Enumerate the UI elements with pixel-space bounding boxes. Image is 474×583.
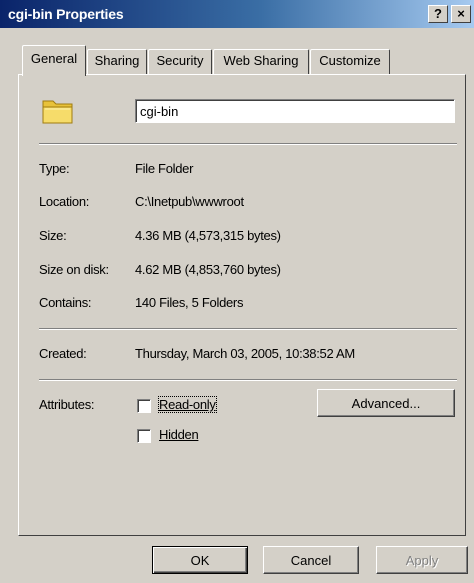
tab-web-sharing[interactable]: Web Sharing	[213, 49, 309, 75]
size-value: 4.36 MB (4,573,315 bytes)	[135, 228, 281, 243]
tab-customize[interactable]: Customize	[310, 49, 390, 75]
hidden-label-text: Hidden	[159, 427, 199, 442]
location-value: C:\Inetpub\wwwroot	[135, 194, 244, 209]
hidden-label[interactable]: Hidden	[159, 427, 199, 442]
advanced-button[interactable]: Advanced...	[317, 389, 455, 417]
help-button[interactable]: ?	[428, 5, 448, 23]
created-value: Thursday, March 03, 2005, 10:38:52 AM	[135, 346, 355, 361]
attributes-label: Attributes:	[39, 397, 95, 412]
hidden-checkbox[interactable]	[137, 429, 151, 443]
tab-sharing[interactable]: Sharing	[87, 49, 147, 75]
tab-security[interactable]: Security	[148, 49, 212, 75]
title-bar[interactable]: cgi-bin Properties ? ×	[0, 0, 474, 28]
type-label: Type:	[39, 161, 70, 176]
separator	[39, 143, 457, 145]
size-label: Size:	[39, 228, 67, 243]
contains-value: 140 Files, 5 Folders	[135, 295, 244, 310]
readonly-checkbox[interactable]	[137, 399, 151, 413]
created-label: Created:	[39, 346, 87, 361]
close-button[interactable]: ×	[451, 5, 471, 23]
size-on-disk-label: Size on disk:	[39, 262, 109, 277]
ok-button[interactable]: OK	[152, 546, 248, 574]
folder-icon	[42, 100, 73, 124]
cancel-button[interactable]: Cancel	[263, 546, 359, 574]
general-panel: Type: File Folder Location: C:\Inetpub\w…	[18, 74, 466, 536]
readonly-label-text: Read-only	[159, 397, 216, 412]
separator	[39, 328, 457, 330]
size-on-disk-value: 4.62 MB (4,853,760 bytes)	[135, 262, 281, 277]
apply-button[interactable]: Apply	[376, 546, 468, 574]
separator	[39, 379, 457, 381]
tab-general[interactable]: General	[22, 45, 86, 76]
type-value: File Folder	[135, 161, 194, 176]
folder-name-input[interactable]	[135, 99, 455, 123]
location-label: Location:	[39, 194, 90, 209]
window-title: cgi-bin Properties	[8, 6, 124, 22]
contains-label: Contains:	[39, 295, 92, 310]
readonly-label[interactable]: Read-only	[158, 396, 217, 413]
